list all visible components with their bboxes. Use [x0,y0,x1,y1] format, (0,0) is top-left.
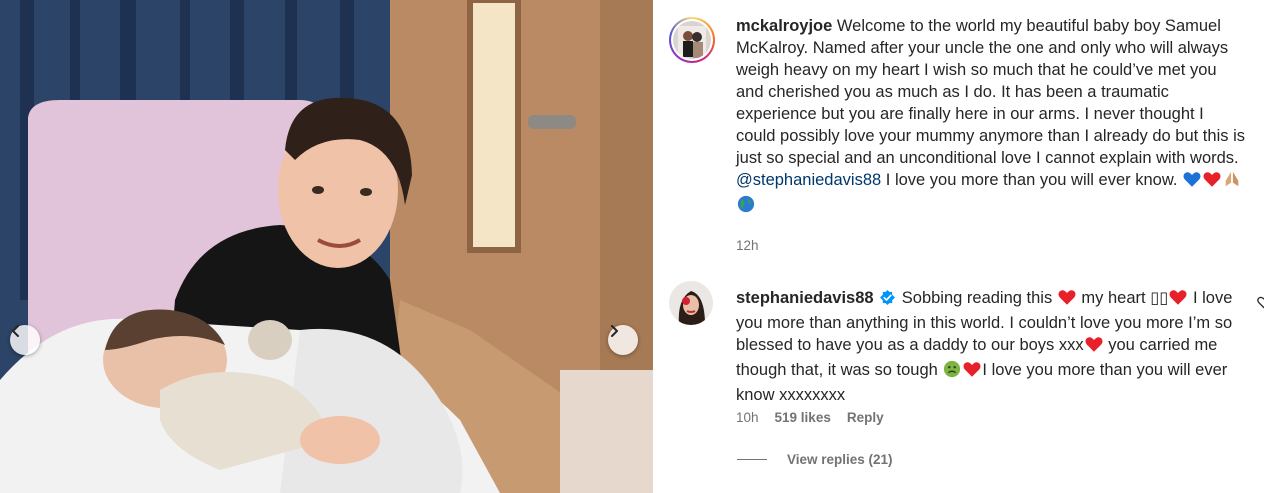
chevron-right-icon [611,325,618,337]
comment-likes[interactable]: 519 likes [775,410,831,425]
comment-text: stephaniedavis88 Sobbing reading this my… [736,287,1246,406]
chevron-left-icon [12,325,19,337]
avatar-image [669,281,713,325]
verified-badge-icon [880,289,896,311]
comment-time: 10h [736,410,759,425]
like-comment-button[interactable] [1257,296,1264,314]
red-heart-emoji [1169,289,1187,312]
view-replies-button[interactable]: View replies (21) [737,452,893,467]
replies-divider-line [737,459,767,460]
broken-emoji-glyphs: ▯▯ [1150,289,1169,307]
view-replies-label: View replies (21) [787,452,893,467]
carousel-next-button[interactable] [608,325,638,355]
comment-username[interactable]: stephaniedavis88 [736,289,874,307]
heart-outline-icon [1257,296,1264,309]
comment-stephaniedavis88: stephaniedavis88 Sobbing reading this my… [669,0,1264,493]
red-heart-emoji [1058,289,1076,312]
comment-body-1: Sobbing reading this [901,289,1053,307]
comment-meta: 10h 519 likes Reply [736,410,884,425]
post-photo [0,0,653,493]
red-heart-emoji [963,361,981,384]
reply-button[interactable]: Reply [847,410,884,425]
avatar-stephaniedavis88[interactable] [669,281,713,325]
carousel-prev-button[interactable] [10,325,40,355]
comments-panel: mckalroyjoe Welcome to the world my beau… [653,0,1264,493]
red-heart-emoji [1085,336,1103,359]
comment-body-2: my heart [1081,289,1146,307]
post-photo-illustration [0,0,653,493]
nauseated-face-emoji [943,360,961,384]
